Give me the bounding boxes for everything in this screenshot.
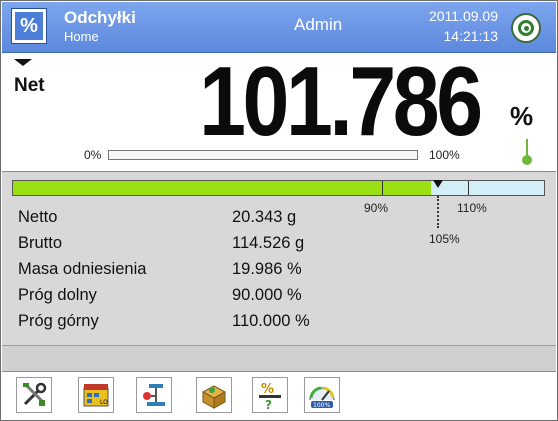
info-value: 90.000 % [232,286,302,304]
percent-mode-button[interactable]: 100% [304,377,340,413]
svg-text:?: ? [265,398,272,410]
bottom-toolbar: LO % ? 100% [2,372,556,419]
net-indicator-icon [14,59,32,66]
weight-unit[interactable]: % [510,101,533,132]
upper-limit-tick [468,181,469,195]
percent-mode-icon: 100% [309,386,335,409]
info-label: Netto [18,208,58,226]
target-bar [12,180,545,196]
net-label: Net [14,75,45,96]
weight-readout: 101.786 [199,46,483,156]
info-row: Netto 20.343 g [18,208,538,234]
reference-mass-button[interactable]: % ? [252,377,288,413]
info-label: Próg dolny [18,286,97,304]
load-bar-max-label: 100% [429,148,460,162]
tare-button[interactable] [136,377,172,413]
info-area: 90% 110% 105% Netto 20.343 g Brutto 114.… [2,172,556,372]
info-row: Próg górny 110.000 % [18,312,538,338]
info-row: Brutto 114.526 g [18,234,538,260]
mode-title: Odchyłki [64,8,136,27]
info-value: 114.526 g [232,234,305,252]
power-button[interactable] [511,13,541,43]
mode-subtitle: Home [64,29,99,44]
logged-user[interactable]: Admin [294,15,342,35]
tare-icon [143,384,165,406]
power-icon [518,20,534,36]
time-display: 14:21:13 [443,28,499,44]
info-row: Masa odniesienia 19.986 % [18,260,538,286]
info-value: 19.986 % [232,260,302,278]
load-bar-min-label: 0% [84,148,102,162]
stability-icon [522,139,532,165]
weight-panel: Net 101.786 % 0% 100% [2,46,556,172]
target-zone-upper [468,181,544,195]
info-label: Brutto [18,234,63,252]
info-label: Masa odniesienia [18,260,147,278]
svg-text:100%: 100% [313,402,330,409]
product-database-icon [201,385,227,409]
target-bar-fill [13,181,449,195]
svg-text:%: % [261,382,274,397]
reference-marker-icon [433,180,443,188]
date-display: 2011.09.09 [428,8,498,24]
percent-icon: % [15,12,43,40]
status-strip [2,346,556,372]
info-value: 110.000 % [232,312,310,330]
svg-text:LO: LO [100,399,108,406]
product-database-button[interactable] [196,377,232,413]
info-value: 20.343 g [232,208,297,226]
reference-mass-icon: % ? [259,382,281,410]
tools-button[interactable] [16,377,52,413]
info-row: Próg dolny 90.000 % [18,286,538,312]
thresholds-button[interactable]: LO [78,377,114,413]
tools-icon [23,382,47,406]
thresholds-icon: LO [83,384,109,407]
mode-icon[interactable]: % [11,8,47,44]
info-label: Próg górny [18,312,99,330]
lower-limit-tick [382,181,383,195]
load-bar [108,150,418,160]
